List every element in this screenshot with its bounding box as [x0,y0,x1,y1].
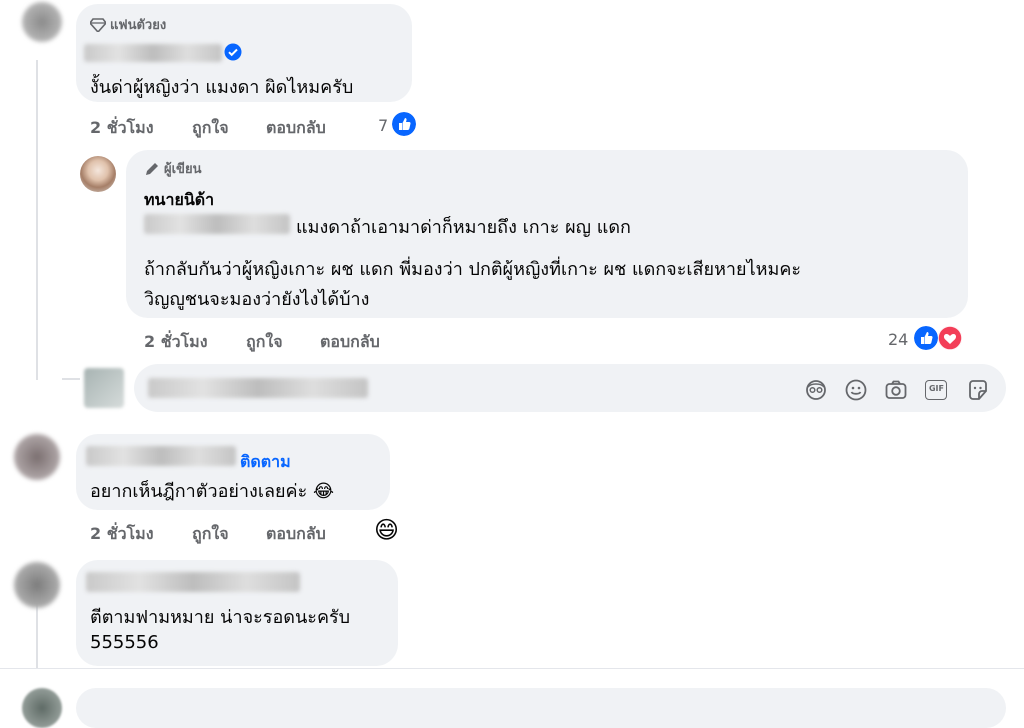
reply-button[interactable]: ตอบกลับ [266,116,326,141]
comment-text-line3: วิญญูชนจะมองว่ายังไงได้บ้าง [144,289,370,310]
reply-button[interactable]: ตอบกลับ [266,522,326,547]
avatar[interactable] [14,562,60,608]
avatar[interactable] [22,688,62,728]
comment-text-line2: ถ้ากลับกันว่าผู้หญิงเกาะ ผช แดก พี่มองว่… [144,259,802,280]
avatar-sticker-icon[interactable] [804,378,828,402]
divider [0,668,1024,669]
verified-icon [224,43,242,61]
comment-time[interactable]: 2 ชั่วโมง [90,522,154,547]
pencil-icon [146,162,158,175]
love-reaction-icon[interactable] [938,326,962,350]
sticker-icon[interactable] [966,378,990,402]
comment-bubble [76,688,1006,728]
reaction-count[interactable]: 7 [378,116,388,135]
camera-icon[interactable] [884,378,908,402]
author-name[interactable]: ทนายนิด้า [144,188,214,213]
mention-redacted[interactable] [144,214,290,234]
thread-branch [62,378,80,380]
like-button[interactable]: ถูกใจ [192,116,229,141]
comment-time[interactable]: 2 ชั่วโมง [90,116,154,141]
diamond-icon [90,17,106,32]
comment-text-line1: ตีตามฟามหมาย น่าจะรอดนะครับ [90,607,351,628]
author-name-redacted[interactable] [86,446,236,466]
comment-time[interactable]: 2 ชั่วโมง [144,330,208,355]
comment-text-line2: 555556 [90,632,159,653]
avatar[interactable] [14,434,60,480]
like-button[interactable]: ถูกใจ [192,522,229,547]
haha-reaction-icon[interactable]: 😄 [374,516,399,544]
comment-text-line1: แมงดาถ้าเอามาด่าก็หมายถึง เกาะ ผญ แดก [296,217,631,238]
gif-icon[interactable]: GIF [924,378,948,402]
author-avatar[interactable] [80,156,116,192]
author-name-redacted[interactable] [86,572,300,592]
top-fan-badge: แฟนตัวยง [90,14,166,35]
thread-line [36,600,38,668]
comment-text: งั้นด่าผู้หญิงว่า แมงดา ผิดไหมครับ [90,77,354,98]
follow-button[interactable]: ติดตาม [240,450,291,475]
current-user-avatar[interactable] [84,368,124,408]
like-reaction-icon[interactable] [914,326,938,350]
reaction-count[interactable]: 24 [888,330,908,349]
reply-input-text-redacted[interactable] [148,378,368,398]
comment-text: อยากเห็นฎีกาตัวอย่างเลยค่ะ 😂 [90,481,335,502]
author-name-redacted[interactable] [84,44,222,62]
thread-line [36,60,38,380]
emoji-icon[interactable] [844,378,868,402]
avatar[interactable] [22,2,62,42]
like-button[interactable]: ถูกใจ [246,330,283,355]
reply-button[interactable]: ตอบกลับ [320,330,380,355]
like-reaction-icon[interactable] [392,112,416,136]
author-badge: ผู้เขียน [144,158,201,179]
